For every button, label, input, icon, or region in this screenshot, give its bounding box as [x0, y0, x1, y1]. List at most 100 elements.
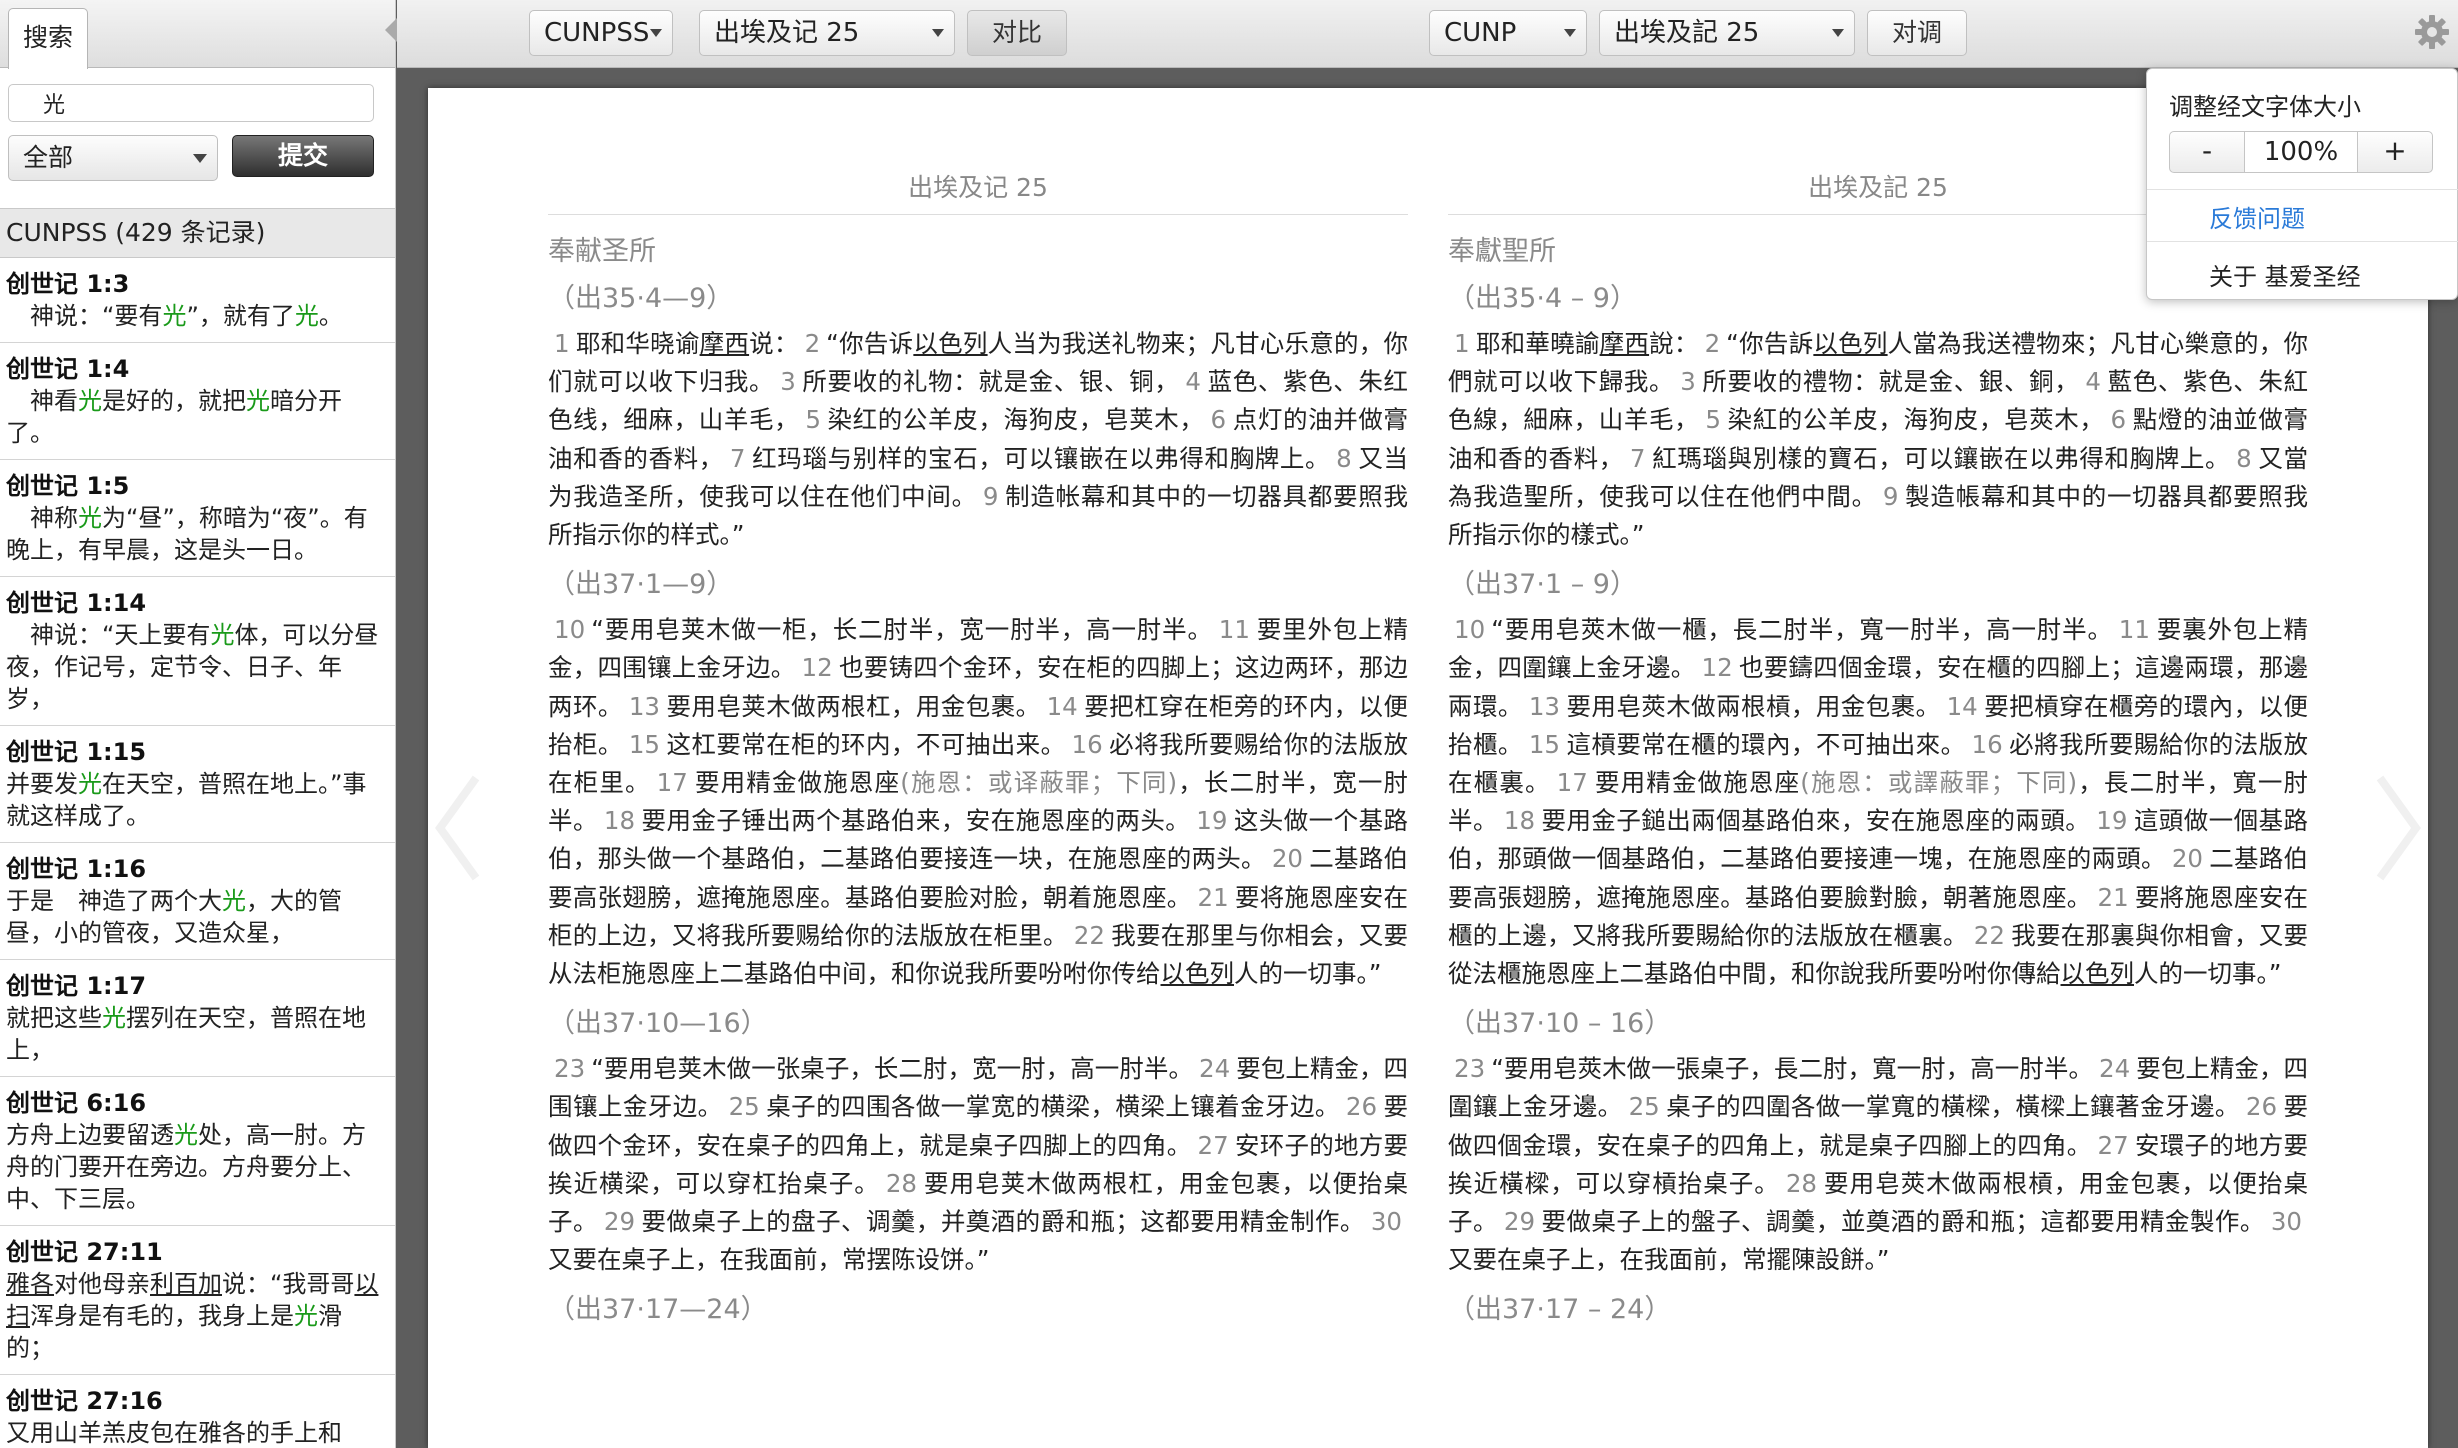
result-item[interactable]: 创世记 1:17 就把这些光摆列在天空，普照在地上，: [0, 960, 395, 1077]
result-text: 又用山羊羔皮包在雅各的手上和: [6, 1417, 388, 1448]
result-reference: 创世记 1:17: [6, 972, 147, 1000]
search-input[interactable]: [8, 84, 374, 122]
result-reference: 创世记 27:16: [6, 1387, 163, 1415]
match-highlight: 光: [210, 621, 235, 649]
result-reference: 创世记 1:16: [6, 855, 147, 883]
verse-text: 对他母亲: [54, 1270, 150, 1298]
verse-text: 就把这些: [6, 1004, 102, 1032]
verse-number: 18: [603, 806, 636, 836]
parallel-reference[interactable]: （出37·10—16）: [548, 1001, 1408, 1040]
proper-name: 以色列: [913, 329, 988, 358]
font-increase-button[interactable]: +: [2357, 131, 2433, 173]
verse-number: 7: [1629, 443, 1646, 473]
result-item[interactable]: 创世记 6:16 方舟上边要留透光处，高一肘。方舟的门要开在旁边。方舟要分上、中、…: [0, 1077, 395, 1226]
verse-number: 8: [2236, 443, 2252, 473]
verse-text: 神说：“要有: [6, 302, 163, 330]
verse-number: 12: [801, 653, 833, 683]
feedback-link[interactable]: 反馈问题: [2209, 199, 2305, 234]
verse-number: 1: [1454, 329, 1470, 358]
result-item[interactable]: 创世记 27:11 雅各对他母亲利百加说：“我哥哥以扫浑身是有毛的，我身上是光滑的…: [0, 1226, 395, 1375]
swap-button[interactable]: 对调: [1867, 10, 1967, 56]
font-decrease-button[interactable]: -: [2169, 131, 2245, 173]
right-version-value: CUNP: [1444, 18, 1517, 48]
verse-number: 14: [1046, 691, 1078, 721]
verse-number: 8: [1336, 443, 1352, 473]
verse-number: 19: [2096, 806, 2128, 836]
verse-number: 26: [1345, 1092, 1378, 1122]
parallel-reference[interactable]: （出37·1 – 9）: [1448, 562, 2308, 601]
match-highlight: 光: [78, 387, 102, 415]
parallel-reference[interactable]: （出37·1—9）: [548, 562, 1408, 601]
verse-text: 人的一切事。”: [1234, 959, 1382, 989]
submit-button[interactable]: 提交: [232, 135, 374, 177]
chapter-title: 出埃及记 25: [548, 168, 1408, 215]
collapse-sidebar-icon[interactable]: [385, 18, 397, 42]
result-text: 并要发光在天空，普照在地上。”事就这样成了。: [6, 768, 388, 832]
parallel-reference[interactable]: （出37·17 – 24）: [1448, 1287, 2308, 1326]
verse-number: 21: [2097, 882, 2129, 912]
verse-number: 13: [628, 691, 661, 721]
section-title: 奉献圣所: [548, 236, 656, 267]
verse-text: 要用皂莢木做兩根槓，用金包裹。: [1566, 691, 1941, 721]
divider: [2147, 241, 2458, 242]
result-item[interactable]: 创世记 1:3 神说：“要有光”，就有了光。: [0, 258, 395, 343]
result-item[interactable]: 创世记 1:4 神看光是好的，就把光暗分开了。: [0, 343, 395, 460]
chevron-down-icon: [1832, 29, 1844, 37]
verse-text: 神称: [6, 504, 78, 532]
about-link[interactable]: 关于 基爱圣经: [2209, 257, 2361, 292]
proper-name: 以色列: [1813, 329, 1888, 358]
result-item[interactable]: 创世记 1:5 神称光为“昼”，称暗为“夜”。有晚上，有早晨，这是头一日。: [0, 460, 395, 577]
gear-icon[interactable]: [2412, 12, 2452, 52]
verse-number: 6: [1210, 405, 1227, 435]
right-version-select[interactable]: CUNP: [1429, 10, 1587, 56]
compare-button[interactable]: 对比: [967, 10, 1067, 56]
verse-number: 25: [728, 1092, 760, 1122]
verse-number: 17: [1556, 768, 1588, 798]
toolbar: CUNPSS 出埃及记 25 对比 CUNP 出埃及記 25 对调: [385, 0, 2458, 68]
left-version-select[interactable]: CUNPSS: [529, 10, 673, 56]
verse-number: 24: [2099, 1054, 2131, 1084]
next-chapter-icon[interactable]: [2368, 768, 2428, 888]
result-text: 神看光是好的，就把光暗分开了。: [6, 385, 388, 449]
verse-text: “你告诉: [826, 329, 914, 358]
proper-name: 以色列: [2060, 959, 2135, 989]
match-highlight: 光: [162, 302, 187, 330]
verse-text: 并要发: [6, 770, 78, 798]
parallel-reference[interactable]: （出37·10 – 16）: [1448, 1001, 2308, 1040]
verse-number: 24: [1199, 1054, 1231, 1084]
parallel-reference[interactable]: （出35·4—9）: [548, 276, 1408, 315]
match-highlight: 光: [174, 1121, 198, 1149]
result-item[interactable]: 创世记 1:15 并要发光在天空，普照在地上。”事就这样成了。: [0, 726, 395, 843]
chevron-down-icon: [1564, 29, 1576, 37]
result-item[interactable]: 创世记 1:16 于是 神造了两个大光，大的管昼，小的管夜，又造众星，: [0, 843, 395, 960]
verse-number: 30: [1370, 1207, 1403, 1237]
verse-number: 4: [2085, 367, 2101, 397]
scope-select[interactable]: 全部: [8, 135, 218, 181]
verse-number: 23: [1454, 1054, 1486, 1084]
result-item[interactable]: 创世记 27:16 又用山羊羔皮包在雅各的手上和: [0, 1375, 395, 1448]
verse-text: 人的一切事。”: [2134, 959, 2282, 989]
parallel-reference[interactable]: （出37·17—24）: [548, 1287, 1408, 1326]
verse-text: 要用金子锤出两个基路伯来，安在施恩座的两头。: [641, 806, 1191, 836]
verse-text: 耶和华晓谕: [575, 329, 700, 358]
result-text: 神称光为“昼”，称暗为“夜”。有晚上，有早晨，这是头一日。: [6, 502, 388, 566]
verse-text: 要做桌子上的盤子、調羹，並奠酒的爵和瓶；這都要用精金製作。: [1541, 1207, 2265, 1237]
tab-search[interactable]: 搜索: [8, 8, 88, 69]
result-item[interactable]: 创世记 1:14 神说：“天上要有光体，可以分昼夜，作记号，定节令、日子、年岁，: [0, 577, 395, 726]
verse-text: 于是 神造了两个大: [6, 887, 222, 915]
left-book-select[interactable]: 出埃及记 25: [699, 10, 955, 56]
result-reference: 创世记 6:16: [6, 1089, 147, 1117]
prev-chapter-icon[interactable]: [428, 768, 488, 888]
verse-text: 红玛瑙与别样的宝石，可以镶嵌在以弗得和胸牌上。: [751, 443, 1331, 473]
font-size-title: 调整经文字体大小: [2169, 93, 2361, 121]
font-size-value: 100%: [2245, 131, 2357, 173]
footnote-text: (施恩：或譯蔽罪；下同): [1800, 768, 2078, 798]
verse-number: 9: [982, 481, 999, 511]
verse-number: 3: [1680, 367, 1696, 397]
match-highlight: 光: [78, 770, 102, 798]
verse-text: 又要在桌子上，在我面前，常擺陳設餅。”: [1448, 1245, 1890, 1275]
left-version-value: CUNPSS: [544, 18, 650, 48]
right-book-select[interactable]: 出埃及記 25: [1599, 10, 1855, 56]
verse-text: 说：“我哥哥: [222, 1270, 355, 1298]
verse-text: “要用皂荚木做一张桌子，长二肘，宽一肘，高一肘半。: [591, 1054, 1193, 1084]
